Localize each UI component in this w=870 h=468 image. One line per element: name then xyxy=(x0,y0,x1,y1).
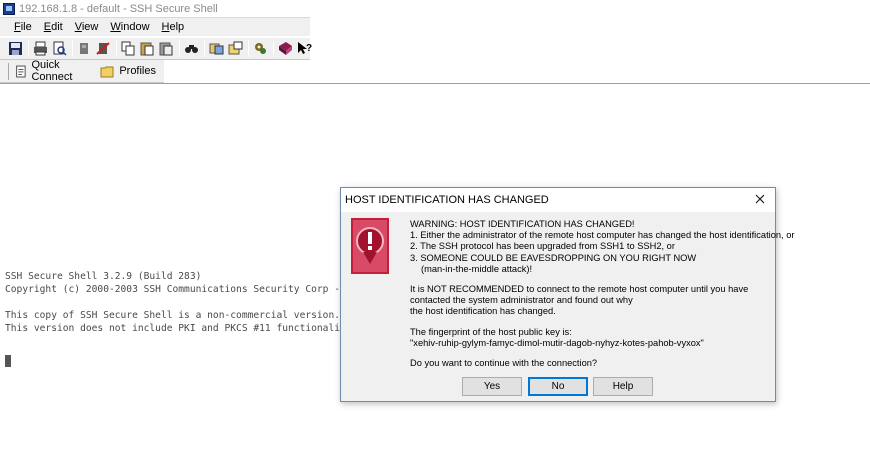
menu-view[interactable]: View xyxy=(75,21,99,33)
reason-item: 2. The SSH protocol has been upgraded fr… xyxy=(410,241,675,252)
recommendation-text: contacted the system administrator and f… xyxy=(410,295,633,306)
close-icon[interactable] xyxy=(753,192,767,206)
menu-edit[interactable]: Edit xyxy=(44,21,63,33)
help-button[interactable]: Help xyxy=(593,377,653,396)
quick-connect-icon xyxy=(16,65,26,77)
file-transfer-icon[interactable] xyxy=(209,41,224,56)
app-icon xyxy=(3,2,15,15)
menu-file[interactable]: File xyxy=(14,21,32,33)
print-preview-icon[interactable] xyxy=(52,41,67,56)
paste-icon[interactable] xyxy=(140,41,155,56)
help-book-icon[interactable] xyxy=(278,41,293,56)
svg-text:?: ? xyxy=(306,43,312,54)
print-icon[interactable] xyxy=(33,41,48,56)
menu-help[interactable]: Help xyxy=(162,21,185,33)
terminal-line: This version does not include PKI and PK… xyxy=(5,323,346,334)
yes-button[interactable]: Yes xyxy=(462,377,522,396)
recommendation-text: It is NOT RECOMMENDED to connect to the … xyxy=(410,284,749,295)
fingerprint-label: The fingerprint of the host public key i… xyxy=(410,326,572,337)
quick-connect-button[interactable]: Quick Connect xyxy=(15,59,92,83)
disconnect-icon[interactable] xyxy=(77,41,92,56)
reason-item-note: (man-in-the-middle attack)! xyxy=(421,263,533,274)
menu-bar: File Edit View Window Help xyxy=(0,17,310,36)
window-titlebar: 192.168.1.8 - default - SSH Secure Shell xyxy=(0,0,870,17)
menu-window[interactable]: Window xyxy=(110,21,149,33)
main-toolbar: ? xyxy=(0,37,312,60)
reason-item: 1. Either the administrator of the remot… xyxy=(410,230,795,241)
paste-selection-icon[interactable] xyxy=(159,41,174,56)
reason-item: 3. SOMEONE COULD BE EAVESDROPPING ON YOU… xyxy=(410,252,697,263)
no-button[interactable]: No xyxy=(528,377,588,396)
reconnect-icon[interactable] xyxy=(96,41,111,56)
warning-icon xyxy=(351,218,389,274)
terminal-output[interactable]: SSH Secure Shell 3.2.9 (Build 283) Copyri… xyxy=(5,270,346,335)
toolbar-separator xyxy=(273,40,274,57)
toolbar-separator xyxy=(28,40,29,57)
host-identification-dialog: HOST IDENTIFICATION HAS CHANGED WARNING:… xyxy=(340,187,795,402)
window-title: 192.168.1.8 - default - SSH Secure Shell xyxy=(19,2,218,15)
recommendation-text: the host identification has changed. xyxy=(410,306,556,317)
terminal-line: SSH Secure Shell 3.2.9 (Build 283) xyxy=(5,271,202,282)
new-terminal-icon[interactable] xyxy=(228,41,243,56)
terminal-line: This copy of SSH Secure Shell is a non-c… xyxy=(5,310,341,321)
toolbar-grip xyxy=(8,62,9,80)
profiles-label: Profiles xyxy=(119,65,156,77)
toolbar-separator xyxy=(248,40,249,57)
save-icon[interactable] xyxy=(8,41,23,56)
quick-connect-label: Quick Connect xyxy=(31,59,73,83)
connection-toolbar: Quick Connect Profiles xyxy=(0,59,164,83)
profiles-button[interactable]: Profiles xyxy=(100,64,156,79)
toolbar-divider xyxy=(0,83,870,84)
toolbar-separator xyxy=(116,40,117,57)
dialog-title: HOST IDENTIFICATION HAS CHANGED xyxy=(345,194,549,206)
folder-icon xyxy=(100,66,114,77)
settings-icon[interactable] xyxy=(253,41,268,56)
copy-icon[interactable] xyxy=(121,41,136,56)
toolbar-separator xyxy=(204,40,205,57)
find-icon[interactable] xyxy=(184,41,199,56)
terminal-line: Copyright (c) 2000-2003 SSH Communicatio… xyxy=(5,284,341,295)
toolbar-separator xyxy=(72,40,73,57)
toolbar-separator xyxy=(179,40,180,57)
warning-heading: WARNING: HOST IDENTIFICATION HAS CHANGED… xyxy=(410,219,635,229)
dialog-titlebar: HOST IDENTIFICATION HAS CHANGED xyxy=(341,188,775,212)
dialog-message: WARNING: HOST IDENTIFICATION HAS CHANGED… xyxy=(410,219,795,369)
continue-question: Do you want to continue with the connect… xyxy=(410,358,598,369)
fingerprint-value: "xehiv-ruhip-gylym-famyc-dimol-mutir-dag… xyxy=(410,337,704,348)
context-help-icon[interactable]: ? xyxy=(297,41,312,56)
terminal-cursor xyxy=(5,355,11,367)
